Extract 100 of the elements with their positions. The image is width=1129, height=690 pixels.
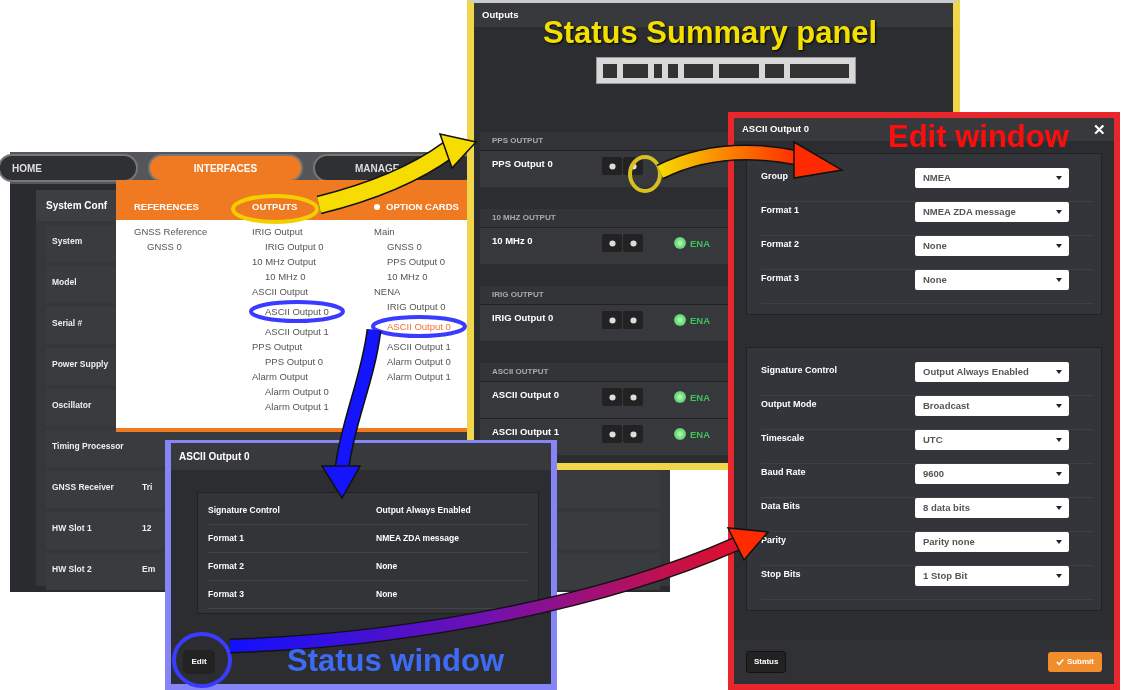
caret-icon	[1056, 210, 1062, 214]
menu-item[interactable]: PPS Output 0	[265, 356, 324, 367]
field-label: Timescale	[761, 432, 806, 445]
field-label: Format 2	[761, 238, 800, 251]
row-label: Power Supply	[52, 358, 110, 371]
window-title: ASCII Output 0	[171, 443, 551, 470]
row-label: System	[52, 235, 84, 248]
field-label: Stop Bits	[761, 568, 802, 581]
output-name: 10 MHz 0	[492, 234, 534, 249]
dot-icon	[608, 162, 616, 170]
select-field[interactable]: None	[915, 236, 1069, 256]
window-title: ASCII Output 0	[742, 122, 810, 137]
field-label: Signature Control	[761, 364, 838, 377]
caret-icon	[1056, 244, 1062, 248]
select-field[interactable]: None	[915, 270, 1069, 290]
status-text: ENA	[690, 391, 711, 406]
select-field[interactable]: Parity none	[915, 532, 1069, 552]
caret-icon	[1056, 438, 1062, 442]
menu-item[interactable]: PPS Output 0	[387, 256, 446, 267]
select-field[interactable]: 8 data bits	[915, 498, 1069, 518]
check-icon	[1055, 658, 1064, 666]
callout-ellipse	[172, 632, 232, 688]
row-label: Timing Processor	[52, 440, 125, 453]
caret-icon	[1056, 404, 1062, 408]
menu-item[interactable]: ASCII Output 1	[387, 341, 451, 352]
small-button[interactable]	[623, 311, 643, 330]
row-value: NMEA ZDA message	[376, 532, 459, 545]
dot-icon	[629, 430, 637, 438]
select-field[interactable]: 1 Stop Bit	[915, 566, 1069, 586]
menu-item[interactable]: Alarm Output 1	[265, 401, 329, 412]
select-field[interactable]: NMEA ZDA message	[915, 202, 1069, 222]
row-label: Format 3	[208, 588, 245, 601]
menu-item[interactable]: IRIG Output	[252, 226, 303, 237]
menu-item[interactable]: Alarm Output 1	[387, 371, 451, 382]
field-label: Output Mode	[761, 398, 818, 411]
output-name: IRIG Output 0	[492, 311, 555, 326]
row-label: Serial #	[52, 317, 84, 330]
row-value: None	[376, 560, 398, 573]
status-text: ENA	[690, 237, 711, 252]
field-label: Parity	[761, 534, 787, 547]
row-value: Em	[142, 563, 156, 576]
select-field[interactable]: 9600	[915, 464, 1069, 484]
select-field[interactable]: Broadcast	[915, 396, 1069, 416]
field-label: Baud Rate	[761, 466, 807, 479]
output-name: ASCII Output 1	[492, 425, 561, 440]
nav-tab[interactable]: HOME	[0, 154, 138, 182]
caret-icon	[1056, 472, 1062, 476]
small-button[interactable]	[602, 234, 622, 253]
caret-icon	[1056, 506, 1062, 510]
field-label: Format 3	[761, 272, 800, 285]
row-label: GNSS Receiver	[52, 481, 115, 494]
menu-item[interactable]: Main	[374, 226, 395, 237]
menu-item[interactable]: IRIG Output 0	[265, 241, 324, 252]
menu-item[interactable]: NENA	[374, 286, 401, 297]
row-value: Tri	[142, 481, 153, 494]
small-button[interactable]	[623, 425, 643, 444]
select-field[interactable]: Output Always Enabled	[915, 362, 1069, 382]
menu-item[interactable]: 10 MHz 0	[387, 271, 428, 282]
menu-item[interactable]: GNSS Reference	[134, 226, 208, 237]
small-button[interactable]	[602, 157, 622, 176]
row-label: Oscillator	[52, 399, 93, 412]
field-label: Format 1	[761, 204, 800, 217]
close-button[interactable]: ✕	[1093, 122, 1106, 137]
row-label: Model	[52, 276, 78, 289]
status-text: ENA	[690, 314, 711, 329]
row-value: 12	[142, 522, 152, 535]
dot-icon	[608, 393, 616, 401]
small-button[interactable]	[623, 234, 643, 253]
menu-item[interactable]: ASCII Output 1	[265, 326, 329, 337]
menu-item[interactable]: Alarm Output 0	[265, 386, 329, 397]
status-text: ENA	[690, 428, 711, 443]
select-field[interactable]: NMEA	[915, 168, 1069, 188]
small-button[interactable]	[602, 425, 622, 444]
row-label: HW Slot 1	[52, 522, 93, 535]
menu-item[interactable]: IRIG Output 0	[387, 301, 446, 312]
caret-icon	[1056, 370, 1062, 374]
status-button[interactable]: Status	[746, 651, 787, 673]
dot-icon	[608, 316, 616, 324]
menu-item[interactable]: 10 MHz Output	[252, 256, 316, 267]
menu-item[interactable]: Alarm Output 0	[387, 356, 451, 367]
row-value: Output Always Enabled	[376, 504, 471, 517]
field-label: Data Bits	[761, 500, 801, 513]
small-button[interactable]	[623, 388, 643, 407]
menu-item[interactable]: 10 MHz 0	[265, 271, 306, 282]
edit-button[interactable]: Edit	[183, 650, 215, 674]
menu-item[interactable]: ASCII Output	[252, 286, 308, 297]
menu-item[interactable]: Alarm Output	[252, 371, 308, 382]
menu-item[interactable]: GNSS 0	[147, 241, 182, 252]
small-button[interactable]	[602, 311, 622, 330]
menu-item[interactable]: PPS Output	[252, 341, 303, 352]
callout-ellipse	[628, 155, 662, 193]
menu-item[interactable]: GNSS 0	[387, 241, 422, 252]
output-name: ASCII Output 0	[492, 388, 561, 403]
small-button[interactable]	[602, 388, 622, 407]
dot-icon	[608, 430, 616, 438]
output-name: PPS Output 0	[492, 157, 554, 172]
row-label: Signature Control	[208, 504, 281, 517]
select-field[interactable]: UTC	[915, 430, 1069, 450]
row-label: HW Slot 2	[52, 563, 93, 576]
row-label: Format 1	[208, 532, 245, 545]
